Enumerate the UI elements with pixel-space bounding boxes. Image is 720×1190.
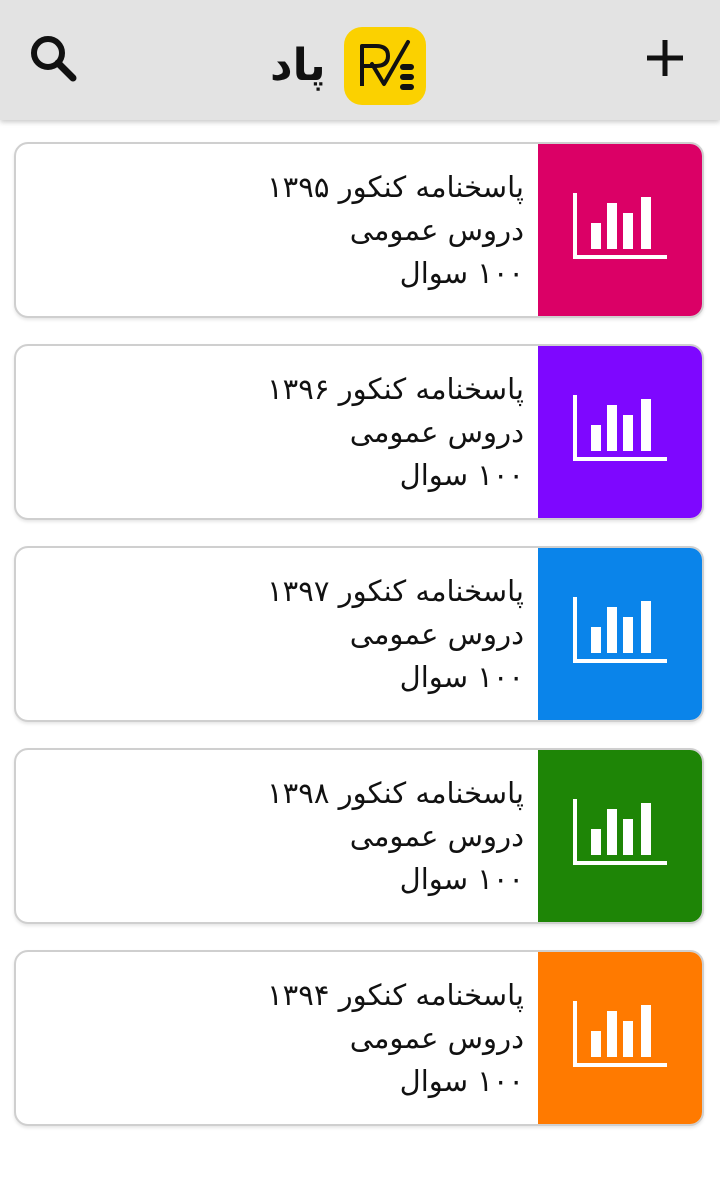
search-button[interactable] xyxy=(18,28,88,92)
plus-icon xyxy=(643,36,687,84)
card-text: پاسخنامه کنکور ۱۳۹۸ دروس عمومی ۱۰۰ سوال xyxy=(267,772,524,901)
answer-sheet-card[interactable]: پاسخنامه کنکور ۱۳۹۸ دروس عمومی ۱۰۰ سوال xyxy=(14,748,704,924)
card-question-count: ۱۰۰ سوال xyxy=(399,256,524,290)
bar-chart-icon xyxy=(573,597,669,673)
add-button[interactable] xyxy=(630,28,700,92)
card-title: پاسخنامه کنکور ۱۳۹۴ xyxy=(267,978,524,1012)
card-color-tile xyxy=(538,750,702,922)
card-text: پاسخنامه کنکور ۱۳۹۶ دروس عمومی ۱۰۰ سوال xyxy=(267,368,524,497)
answer-sheet-card[interactable]: پاسخنامه کنکور ۱۳۹۷ دروس عمومی ۱۰۰ سوال xyxy=(14,546,704,722)
card-subject: دروس عمومی xyxy=(349,1021,524,1055)
bar-chart-icon xyxy=(573,1001,669,1077)
card-title: پاسخنامه کنکور ۱۳۹۵ xyxy=(267,170,524,204)
card-color-tile xyxy=(538,346,702,518)
card-question-count: ۱۰۰ سوال xyxy=(399,862,524,896)
card-subject: دروس عمومی xyxy=(349,617,524,651)
card-text: پاسخنامه کنکور ۱۳۹۴ دروس عمومی ۱۰۰ سوال xyxy=(267,974,524,1103)
bar-chart-icon xyxy=(573,395,669,471)
card-color-tile xyxy=(538,548,702,720)
app-bar: پاد xyxy=(0,0,720,120)
card-text: پاسخنامه کنکور ۱۳۹۵ دروس عمومی ۱۰۰ سوال xyxy=(267,166,524,295)
bar-chart-icon xyxy=(573,799,669,875)
card-color-tile xyxy=(538,144,702,316)
card-color-tile xyxy=(538,952,702,1124)
answer-sheet-card[interactable]: پاسخنامه کنکور ۱۳۹۴ دروس عمومی ۱۰۰ سوال xyxy=(14,950,704,1126)
card-title: پاسخنامه کنکور ۱۳۹۶ xyxy=(267,372,524,406)
answer-sheet-card[interactable]: پاسخنامه کنکور ۱۳۹۶ دروس عمومی ۱۰۰ سوال xyxy=(14,344,704,520)
app-brand: پاد xyxy=(270,26,426,106)
app-title: پاد xyxy=(270,40,326,91)
card-subject: دروس عمومی xyxy=(349,213,524,247)
card-question-count: ۱۰۰ سوال xyxy=(399,1064,524,1098)
card-question-count: ۱۰۰ سوال xyxy=(399,660,524,694)
card-question-count: ۱۰۰ سوال xyxy=(399,458,524,492)
app-logo xyxy=(343,27,426,105)
card-title: پاسخنامه کنکور ۱۳۹۸ xyxy=(267,776,524,810)
answer-sheet-card[interactable]: پاسخنامه کنکور ۱۳۹۵ دروس عمومی ۱۰۰ سوال xyxy=(14,142,704,318)
card-title: پاسخنامه کنکور ۱۳۹۷ xyxy=(267,574,524,608)
card-subject: دروس عمومی xyxy=(349,415,524,449)
logo-mark-icon xyxy=(359,40,414,90)
card-text: پاسخنامه کنکور ۱۳۹۷ دروس عمومی ۱۰۰ سوال xyxy=(267,570,524,699)
search-icon xyxy=(27,32,79,88)
card-subject: دروس عمومی xyxy=(349,819,524,853)
bar-chart-icon xyxy=(573,193,669,269)
